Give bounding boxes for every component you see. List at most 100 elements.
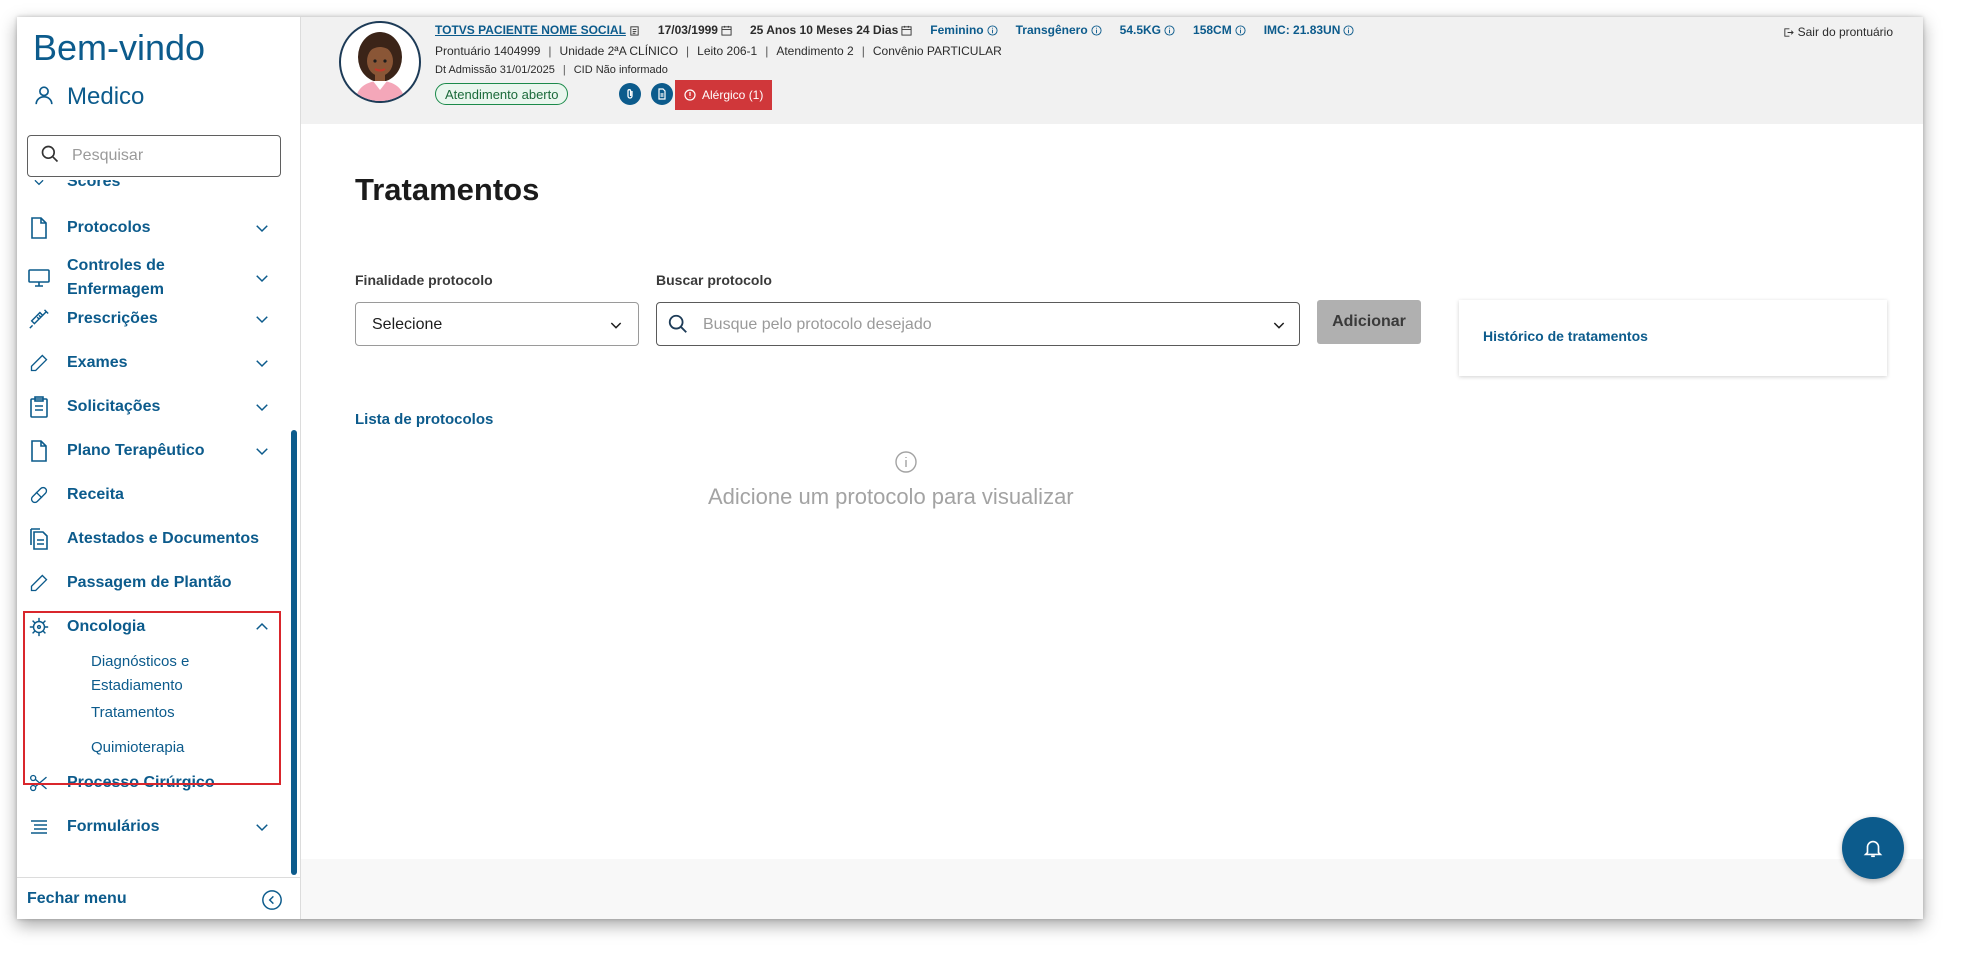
sidebar-item-receita[interactable]: Receita xyxy=(17,483,285,507)
sidebar-item-formularios[interactable]: Formulários xyxy=(17,815,285,839)
treatment-history-link[interactable]: Histórico de tratamentos xyxy=(1483,328,1648,344)
protocol-search[interactable] xyxy=(656,302,1300,346)
treatment-history-card[interactable]: Histórico de tratamentos xyxy=(1459,300,1887,376)
sidebar-item-label: Controles de Enfermagem xyxy=(67,257,165,298)
chevron-down-icon xyxy=(610,322,622,329)
encounter: Atendimento 2 xyxy=(776,44,854,58)
chevron-left-circle-icon xyxy=(261,889,283,916)
empty-state-message: Adicione um protocolo para visualizar xyxy=(708,484,1074,509)
sidebar-item-exames[interactable]: Exames xyxy=(17,351,285,375)
protocol-list-label: Lista de protocolos xyxy=(355,411,494,428)
bed: Leito 206-1 xyxy=(697,44,758,58)
clipboard-icon xyxy=(27,395,51,419)
sidebar-item-label: Scores xyxy=(67,180,121,190)
syringe-icon xyxy=(27,307,51,331)
allergy-badge[interactable]: Alérgico (1) xyxy=(675,80,773,110)
sidebar-item-passagem[interactable]: Passagem de Plantão xyxy=(17,571,285,595)
identity-item[interactable]: Transgênero xyxy=(1016,23,1102,37)
add-button[interactable]: Adicionar xyxy=(1317,300,1421,344)
sidebar-item-solicitacoes[interactable]: Solicitações xyxy=(17,395,285,419)
bmi-item[interactable]: IMC: 21.83UN xyxy=(1264,23,1355,37)
sidebar-item-label: Exames xyxy=(67,354,128,371)
sidebar: Bem-vindo Medico Scores xyxy=(17,17,301,919)
sidebar-subitem-quimioterapia[interactable]: Quimioterapia xyxy=(91,736,184,760)
attachment-button[interactable] xyxy=(619,83,641,105)
patient-height: 158CM xyxy=(1193,23,1232,37)
chevron-down-icon xyxy=(256,316,268,324)
info-icon xyxy=(1091,24,1102,36)
sidebar-subitem-diagnosticos[interactable]: Diagnósticos e Estadiamento xyxy=(91,650,241,698)
height-item[interactable]: 158CM xyxy=(1193,23,1246,37)
sidebar-scrollbar[interactable] xyxy=(291,430,297,875)
page-title: Tratamentos xyxy=(355,172,540,207)
chevron-down-icon xyxy=(256,225,268,233)
patient-name-item: TOTVS PACIENTE NOME SOCIAL xyxy=(435,23,640,37)
weight-item[interactable]: 54.5KG xyxy=(1120,23,1175,37)
gender-item[interactable]: Feminino xyxy=(930,23,998,37)
sidebar-item-label: Atestados e Documentos xyxy=(67,530,260,547)
patient-info-row1: TOTVS PACIENTE NOME SOCIAL 17/03/1999 25… xyxy=(435,21,1372,39)
chevron-down-icon xyxy=(256,404,268,412)
buscar-label: Buscar protocolo xyxy=(656,272,772,288)
search-icon xyxy=(40,144,60,169)
sidebar-subitem-tratamentos[interactable]: Tratamentos xyxy=(91,701,175,725)
sidebar-item-plano[interactable]: Plano Terapêutico xyxy=(17,439,285,463)
pencil-icon xyxy=(27,351,51,375)
sidebar-item-label: Receita xyxy=(67,486,124,503)
welcome-title: Bem-vindo xyxy=(33,27,206,68)
user-name: Medico xyxy=(67,83,145,110)
finalidade-select[interactable]: Selecione xyxy=(355,302,639,346)
patient-header: TOTVS PACIENTE NOME SOCIAL 17/03/1999 25… xyxy=(301,17,1923,124)
info-icon xyxy=(987,24,998,36)
search-icon xyxy=(668,314,687,333)
scissors-icon xyxy=(27,771,51,795)
info-icon xyxy=(1343,24,1354,36)
chevron-down-icon[interactable] xyxy=(1271,317,1287,333)
pill-icon xyxy=(27,483,51,507)
logout-label: Sair do prontuário xyxy=(1797,25,1893,39)
patient-age: 25 Anos 10 Meses 24 Dias xyxy=(749,23,899,37)
document-button[interactable] xyxy=(651,83,673,105)
info-icon xyxy=(1235,24,1246,36)
logout-link[interactable]: Sair do prontuário xyxy=(1783,25,1893,39)
sidebar-item-controles[interactable]: Controles de Enfermagem xyxy=(17,253,285,303)
finalidade-value: Selecione xyxy=(372,316,443,333)
protocol-search-input[interactable] xyxy=(701,313,1245,337)
sidebar-item-processo[interactable]: Processo Cirúrgico xyxy=(17,771,285,795)
sidebar-search-input[interactable] xyxy=(70,146,264,166)
sidebar-item-label: Plano Terapêutico xyxy=(67,442,205,459)
sidebar-item-prescricoes[interactable]: Prescrições xyxy=(17,307,285,331)
chevron-down-icon xyxy=(27,180,51,194)
virus-icon xyxy=(27,615,51,639)
user-icon xyxy=(33,84,55,111)
list-icon xyxy=(27,815,51,839)
sidebar-menu[interactable]: Scores Protocolos Controles de Enfermage… xyxy=(17,180,300,860)
notifications-button[interactable] xyxy=(1842,817,1904,879)
patient-bmi: IMC: 21.83UN xyxy=(1263,23,1341,37)
chevron-down-icon xyxy=(256,824,268,832)
copy-icon[interactable] xyxy=(629,25,640,36)
close-menu-button[interactable]: Fechar menu xyxy=(17,877,300,919)
sidebar-item-atestados[interactable]: Atestados e Documentos xyxy=(17,527,285,551)
chevron-down-icon xyxy=(256,448,268,456)
alert-icon xyxy=(684,89,696,101)
sidebar-item-oncologia[interactable]: Oncologia xyxy=(17,615,285,639)
sidebar-item-scores[interactable]: Scores xyxy=(17,180,285,194)
info-icon xyxy=(894,450,918,479)
birth-date-item: 17/03/1999 xyxy=(658,23,732,37)
sidebar-search[interactable] xyxy=(27,135,281,177)
patient-name-link[interactable]: TOTVS PACIENTE NOME SOCIAL xyxy=(435,23,626,37)
sidebar-item-protocolos[interactable]: Protocolos xyxy=(17,216,285,240)
app-window: Bem-vindo Medico Scores xyxy=(17,17,1923,919)
documents-icon xyxy=(27,527,51,551)
user-info: Medico xyxy=(33,83,144,111)
calendar-icon xyxy=(721,25,732,36)
allergy-label: Alérgico (1) xyxy=(702,88,764,102)
status-badge: Atendimento aberto xyxy=(435,83,569,105)
patient-gender: Feminino xyxy=(930,23,984,37)
patient-avatar xyxy=(339,21,421,103)
document-icon xyxy=(658,88,666,100)
cid: CID Não informado xyxy=(573,64,668,76)
age-item: 25 Anos 10 Meses 24 Dias xyxy=(750,23,912,37)
patient-weight: 54.5KG xyxy=(1119,23,1162,37)
